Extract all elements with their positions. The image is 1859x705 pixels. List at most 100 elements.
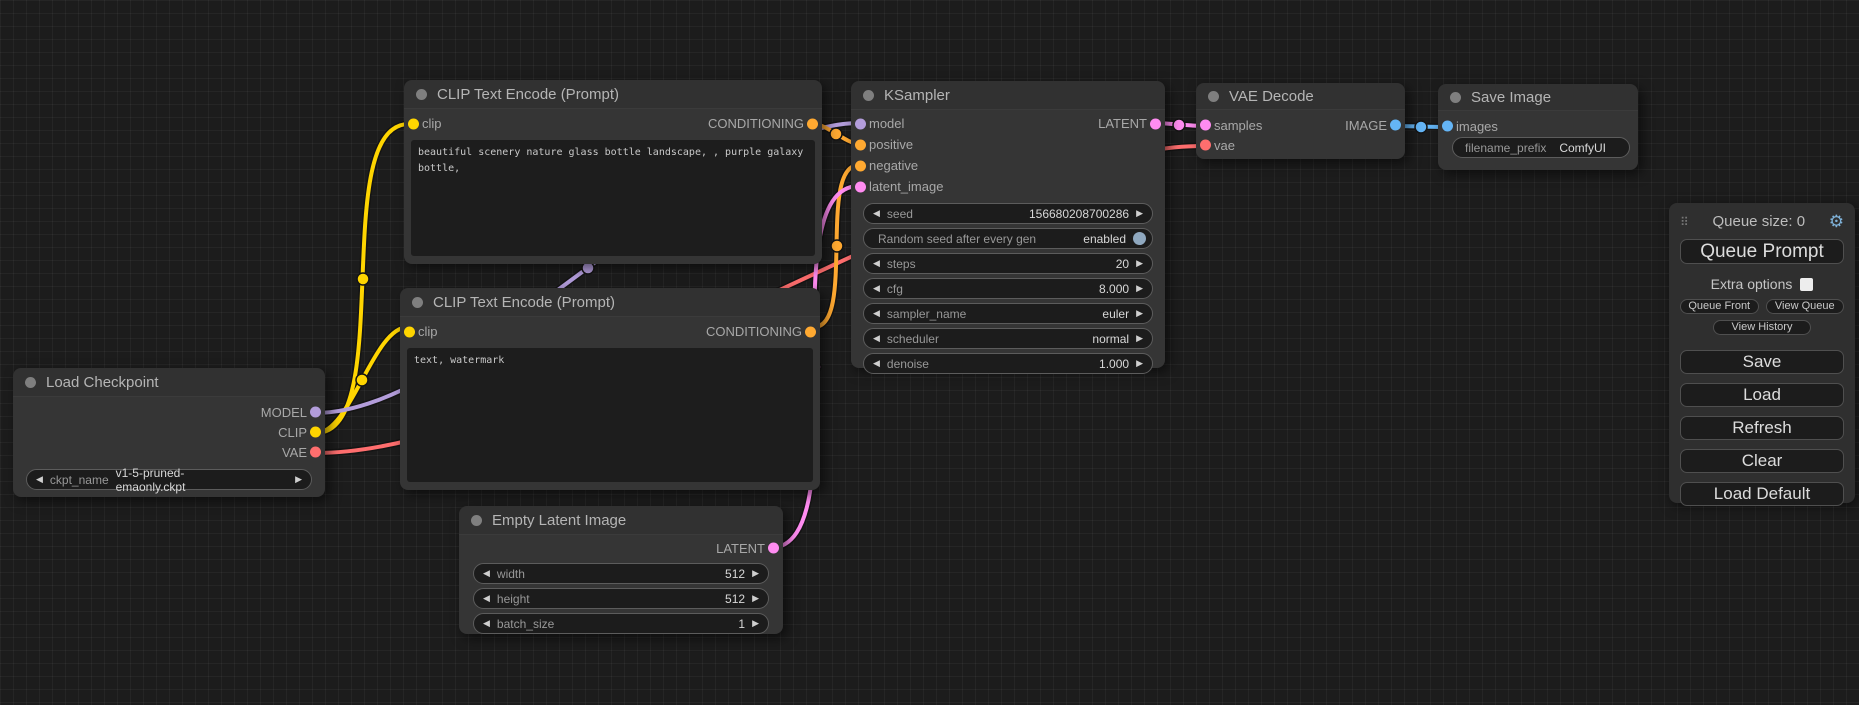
load-button[interactable]: Load: [1680, 383, 1844, 407]
node-title-bar[interactable]: Load Checkpoint: [13, 368, 325, 397]
output-slot-latent[interactable]: [768, 543, 779, 554]
collapse-dot-icon[interactable]: [863, 90, 874, 101]
collapse-dot-icon[interactable]: [1208, 91, 1219, 102]
input-slot-positive[interactable]: [855, 139, 866, 150]
width-widget[interactable]: width 512: [473, 563, 769, 584]
increment-arrow-icon[interactable]: [1136, 209, 1143, 218]
input-label-model: model: [869, 116, 904, 131]
increment-arrow-icon[interactable]: [295, 475, 302, 484]
increment-arrow-icon[interactable]: [752, 594, 759, 603]
sampler-name-widget[interactable]: sampler_name euler: [863, 303, 1153, 324]
node-clip-text-encode-positive[interactable]: CLIP Text Encode (Prompt) clip CONDITION…: [404, 80, 822, 264]
node-title-bar[interactable]: CLIP Text Encode (Prompt): [404, 80, 822, 109]
input-slot-clip[interactable]: [404, 326, 415, 337]
output-slot-conditioning[interactable]: [807, 118, 818, 129]
increment-arrow-icon[interactable]: [1136, 359, 1143, 368]
input-slot-images[interactable]: [1442, 121, 1453, 132]
node-title-bar[interactable]: Empty Latent Image: [459, 506, 783, 535]
denoise-widget[interactable]: denoise 1.000: [863, 353, 1153, 374]
ckpt-name-widget[interactable]: ckpt_name v1-5-pruned-emaonly.ckpt: [26, 469, 312, 490]
input-slot-vae[interactable]: [1200, 140, 1211, 151]
node-graph-canvas[interactable]: Load Checkpoint MODEL CLIP VAE ckpt_name…: [0, 0, 1859, 705]
filename-prefix-widget[interactable]: filename_prefix ComfyUI: [1452, 137, 1630, 158]
view-queue-button[interactable]: View Queue: [1766, 299, 1845, 314]
clear-button[interactable]: Clear: [1680, 449, 1844, 473]
increment-arrow-icon[interactable]: [1136, 309, 1143, 318]
node-load-checkpoint[interactable]: Load Checkpoint MODEL CLIP VAE ckpt_name…: [13, 368, 325, 497]
view-history-button[interactable]: View History: [1713, 320, 1811, 335]
increment-arrow-icon[interactable]: [1136, 259, 1143, 268]
decrement-arrow-icon[interactable]: [873, 334, 880, 343]
output-slot-vae[interactable]: [310, 447, 321, 458]
link-dot[interactable]: [831, 240, 843, 252]
collapse-dot-icon[interactable]: [25, 377, 36, 388]
toggle-knob-icon[interactable]: [1133, 232, 1146, 245]
output-slot-image[interactable]: [1390, 120, 1401, 131]
height-widget[interactable]: height 512: [473, 588, 769, 609]
node-save-image[interactable]: Save Image images filename_prefix ComfyU…: [1438, 84, 1638, 170]
link-dot[interactable]: [1173, 119, 1185, 131]
widget-value: 512: [725, 592, 745, 606]
node-vae-decode[interactable]: VAE Decode samples IMAGE vae: [1196, 83, 1405, 159]
increment-arrow-icon[interactable]: [752, 569, 759, 578]
node-title-bar[interactable]: CLIP Text Encode (Prompt): [400, 288, 820, 317]
output-row-model: MODEL: [13, 402, 325, 422]
extra-options-checkbox[interactable]: [1800, 278, 1813, 291]
input-slot-samples[interactable]: [1200, 120, 1211, 131]
input-slot-latent-image[interactable]: [855, 181, 866, 192]
io-row: clip CONDITIONING: [404, 113, 822, 134]
decrement-arrow-icon[interactable]: [483, 569, 490, 578]
increment-arrow-icon[interactable]: [1136, 334, 1143, 343]
refresh-button[interactable]: Refresh: [1680, 416, 1844, 440]
output-slot-model[interactable]: [310, 407, 321, 418]
link-dot[interactable]: [830, 128, 842, 140]
random-seed-toggle-widget[interactable]: Random seed after every gen enabled: [863, 228, 1153, 249]
seed-widget[interactable]: seed 156680208700286: [863, 203, 1153, 224]
collapse-dot-icon[interactable]: [1450, 92, 1461, 103]
increment-arrow-icon[interactable]: [752, 619, 759, 628]
decrement-arrow-icon[interactable]: [873, 309, 880, 318]
settings-gear-icon[interactable]: [1829, 213, 1844, 230]
decrement-arrow-icon[interactable]: [873, 284, 880, 293]
node-title: Load Checkpoint: [46, 374, 159, 391]
scheduler-widget[interactable]: scheduler normal: [863, 328, 1153, 349]
link-dot[interactable]: [356, 374, 368, 386]
steps-widget[interactable]: steps 20: [863, 253, 1153, 274]
output-slot-latent[interactable]: [1150, 118, 1161, 129]
decrement-arrow-icon[interactable]: [483, 594, 490, 603]
decrement-arrow-icon[interactable]: [873, 259, 880, 268]
decrement-arrow-icon[interactable]: [873, 359, 880, 368]
output-slot-conditioning[interactable]: [805, 326, 816, 337]
decrement-arrow-icon[interactable]: [873, 209, 880, 218]
link-dot[interactable]: [357, 273, 369, 285]
widget-value: 512: [725, 567, 745, 581]
batch-size-widget[interactable]: batch_size 1: [473, 613, 769, 634]
drag-handle-icon[interactable]: ⠿: [1680, 215, 1689, 229]
node-title-bar[interactable]: VAE Decode: [1196, 83, 1405, 110]
node-empty-latent-image[interactable]: Empty Latent Image LATENT width 512 heig…: [459, 506, 783, 634]
widget-label: steps: [887, 257, 916, 271]
collapse-dot-icon[interactable]: [412, 297, 423, 308]
input-slot-clip[interactable]: [408, 118, 419, 129]
collapse-dot-icon[interactable]: [416, 89, 427, 100]
link-dot[interactable]: [1415, 121, 1427, 133]
queue-prompt-button[interactable]: Queue Prompt: [1680, 239, 1844, 264]
decrement-arrow-icon[interactable]: [483, 619, 490, 628]
cfg-widget[interactable]: cfg 8.000: [863, 278, 1153, 299]
load-default-button[interactable]: Load Default: [1680, 482, 1844, 506]
node-clip-text-encode-negative[interactable]: CLIP Text Encode (Prompt) clip CONDITION…: [400, 288, 820, 490]
decrement-arrow-icon[interactable]: [36, 475, 43, 484]
prompt-textarea[interactable]: beautiful scenery nature glass bottle la…: [411, 140, 815, 256]
output-slot-clip[interactable]: [310, 427, 321, 438]
node-ksampler[interactable]: KSampler model LATENT positive negative …: [851, 81, 1165, 368]
input-slot-model[interactable]: [855, 118, 866, 129]
output-label-latent: LATENT: [716, 541, 765, 556]
node-title-bar[interactable]: KSampler: [851, 81, 1165, 110]
collapse-dot-icon[interactable]: [471, 515, 482, 526]
node-title-bar[interactable]: Save Image: [1438, 84, 1638, 111]
increment-arrow-icon[interactable]: [1136, 284, 1143, 293]
input-slot-negative[interactable]: [855, 160, 866, 171]
save-button[interactable]: Save: [1680, 350, 1844, 374]
queue-front-button[interactable]: Queue Front: [1680, 299, 1759, 314]
prompt-textarea[interactable]: text, watermark: [407, 348, 813, 482]
